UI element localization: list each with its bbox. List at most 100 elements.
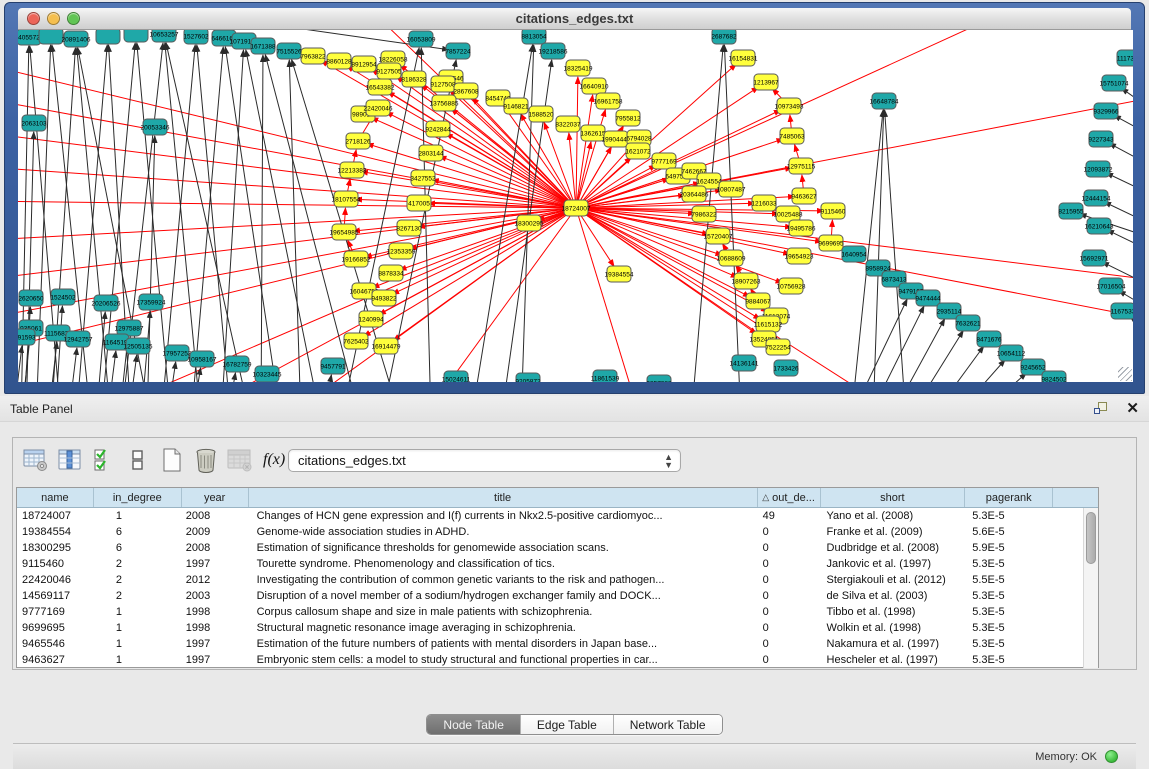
citation-edge-black[interactable] (18, 346, 22, 382)
citation-edge-black[interactable] (889, 319, 945, 382)
cell-pagerank[interactable]: 5.9E-5 (965, 540, 1053, 556)
graph-node-selected[interactable]: 9884067 (745, 293, 771, 309)
citation-edge-black[interactable] (68, 348, 77, 382)
delete-trash-icon[interactable] (191, 445, 221, 475)
cell-in_degree[interactable]: 2 (94, 572, 182, 588)
cell-year[interactable]: 2008 (182, 540, 249, 556)
graph-node-selected[interactable]: 2803144 (418, 145, 444, 161)
graph-node-selected[interactable]: 2718126 (345, 133, 371, 149)
close-panel-icon[interactable]: ✕ (1126, 401, 1139, 416)
graph-node-selected[interactable]: 417005 (407, 195, 431, 211)
cell-pagerank[interactable]: 5.3E-5 (965, 620, 1053, 636)
column-header-short[interactable]: short (821, 488, 966, 507)
table-row[interactable]: 1456911722003Disruption of a novel membe… (17, 588, 1098, 604)
graph-node[interactable]: 16210643 (1085, 218, 1114, 234)
graph-node-selected[interactable]: 11615132 (754, 316, 783, 332)
row-height-icon[interactable] (123, 445, 153, 475)
graph-node[interactable]: 17359924 (137, 294, 166, 310)
graph-node[interactable]: 2687682 (711, 30, 737, 44)
graph-node-selected[interactable]: 15720407 (704, 228, 733, 244)
citation-edge-red[interactable] (18, 208, 576, 241)
graph-node[interactable]: 8471676 (976, 331, 1002, 347)
graph-node[interactable]: 12444154 (1082, 190, 1111, 206)
cell-short[interactable]: Nakamura et al. (1997) (821, 636, 966, 652)
cell-pagerank[interactable]: 5.5E-5 (965, 572, 1053, 588)
citation-edge-red[interactable] (18, 61, 576, 208)
graph-node-selected[interactable]: 9127505 (376, 63, 402, 79)
citation-edge-black[interactable] (191, 47, 223, 382)
graph-node-selected[interactable]: 16543382 (366, 79, 395, 95)
graph-node-selected[interactable]: 22420046 (364, 100, 393, 116)
graph-node[interactable]: 10654112 (997, 345, 1026, 361)
graph-node[interactable]: 12505135 (124, 338, 153, 354)
cell-title[interactable]: Corpus callosum shape and size in male p… (249, 604, 758, 620)
graph-node-selected[interactable]: 12213383 (338, 162, 367, 178)
cell-name[interactable]: 9463627 (17, 652, 94, 668)
citation-edge-red[interactable] (576, 142, 591, 208)
citation-edge-black[interactable] (1107, 230, 1133, 256)
graph-node[interactable]: 1117304 (1117, 50, 1133, 66)
cell-pagerank[interactable]: 5.3E-5 (965, 604, 1053, 620)
citation-edge-black[interactable] (107, 351, 116, 382)
citation-edge-black[interactable] (724, 45, 741, 382)
graph-node-selected[interactable]: 19654923 (785, 248, 814, 264)
cell-title[interactable]: Tourette syndrome. Phenomenology and cla… (249, 556, 758, 572)
column-header-pagerank[interactable]: pagerank (965, 488, 1053, 507)
column-header-out_de...[interactable]: △out_de... (758, 488, 821, 507)
table-selector-dropdown[interactable]: citations_edges.txt ▲▼ (288, 449, 681, 472)
cell-short[interactable]: de Silva et al. (2003) (821, 588, 966, 604)
cell-pagerank[interactable]: 5.3E-5 (965, 508, 1053, 524)
citation-edge-black[interactable] (128, 355, 137, 382)
graph-node[interactable]: 9329966 (1093, 103, 1119, 119)
citation-edge-red[interactable] (576, 110, 781, 208)
cell-out_de...[interactable]: 0 (758, 540, 821, 556)
cell-title[interactable]: Embryonic stem cells: a model to study s… (249, 652, 758, 668)
citation-edge-red[interactable] (18, 208, 576, 356)
cell-pagerank[interactable]: 5.3E-5 (965, 652, 1053, 668)
graph-node-selected[interactable]: 9242844 (425, 121, 451, 137)
citation-edge-black[interactable] (246, 50, 321, 382)
citation-edge-black[interactable] (907, 331, 963, 382)
graph-node-selected[interactable]: 8322037 (555, 116, 581, 132)
column-header-in_degree[interactable]: in_degree (94, 488, 182, 507)
cell-short[interactable]: Franke et al. (2009) (821, 524, 966, 540)
graph-node-selected[interactable]: 8186328 (401, 71, 427, 87)
cell-short[interactable]: Stergiakouli et al. (2012) (821, 572, 966, 588)
cell-title[interactable]: Estimation of the future numbers of pati… (249, 636, 758, 652)
cell-name[interactable]: 14569117 (17, 588, 94, 604)
graph-node[interactable]: 9357288 (646, 375, 672, 382)
vertical-scrollbar[interactable] (1083, 508, 1098, 668)
graph-node[interactable]: 7515526 (276, 43, 302, 59)
graph-node-selected[interactable]: 9777169 (651, 153, 677, 169)
graph-node-selected[interactable]: 7485063 (779, 128, 805, 144)
graph-node-selected[interactable]: 18107554 (332, 191, 361, 207)
graph-node[interactable]: 12942757 (64, 331, 93, 347)
select-rows-icon[interactable] (89, 445, 119, 475)
graph-node-selected[interactable]: 16914479 (372, 338, 401, 354)
cell-year[interactable]: 2003 (182, 588, 249, 604)
graph-node[interactable]: 8215955 (1058, 203, 1084, 219)
graph-node[interactable]: 9227343 (1088, 131, 1114, 147)
cell-in_degree[interactable]: 2 (94, 588, 182, 604)
graph-node[interactable]: 1671388 (250, 38, 276, 54)
scrollbar-thumb[interactable] (1086, 512, 1096, 564)
close-window-button[interactable] (27, 12, 40, 25)
graph-node-selected[interactable]: 1216033 (751, 195, 777, 211)
table-row[interactable]: 911546021997Tourette syndrome. Phenomeno… (17, 556, 1098, 572)
graph-node-selected[interactable]: 7986322 (691, 206, 717, 222)
graph-node[interactable]: 9245652 (1020, 359, 1046, 375)
column-header-title[interactable]: title (249, 488, 758, 507)
cell-title[interactable]: Investigating the contribution of common… (249, 572, 758, 588)
cell-in_degree[interactable]: 1 (94, 636, 182, 652)
cell-title[interactable]: Genome-wide association studies in ADHD. (249, 524, 758, 540)
graph-node[interactable]: 1524502 (50, 289, 76, 305)
graph-node-selected[interactable]: 1621072 (625, 143, 651, 159)
column-header-filler[interactable] (1053, 488, 1098, 507)
cell-name[interactable]: 9699695 (17, 620, 94, 636)
graph-node-selected[interactable]: 1588520 (528, 106, 554, 122)
cell-pagerank[interactable]: 5.3E-5 (965, 636, 1053, 652)
graph-node[interactable]: 9391593 (18, 329, 36, 345)
cell-short[interactable]: Dudbridge et al. (2008) (821, 540, 966, 556)
graph-node-selected[interactable]: 10756928 (777, 278, 806, 294)
graph-node[interactable]: 9824502 (1041, 371, 1067, 382)
